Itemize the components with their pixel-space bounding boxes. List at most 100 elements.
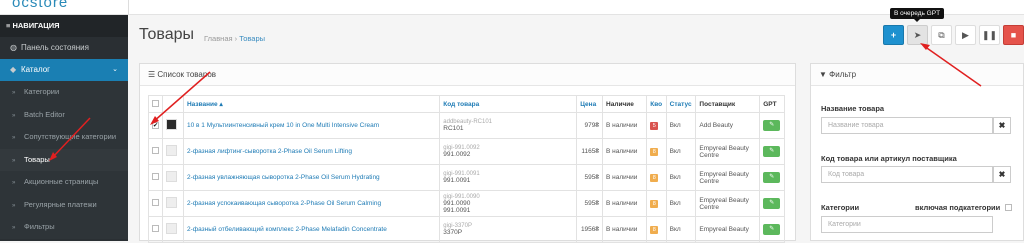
table-row: 2-фазная успокаивающая сыворотка 2-Phase… bbox=[147, 190, 785, 217]
column-qty[interactable]: Кво bbox=[646, 95, 667, 113]
table-row: 2-фазная лифтинг-сыворотка 2-Phase Oil S… bbox=[147, 138, 785, 165]
nav-header: ≡ НАВИГАЦИЯ bbox=[0, 15, 128, 37]
row-checkbox[interactable] bbox=[147, 164, 164, 191]
sidebar-subitem-label: Фильтры bbox=[24, 222, 55, 231]
filter-category-label: Категории bbox=[821, 203, 860, 212]
breadcrumb-home[interactable]: Главная bbox=[204, 34, 233, 43]
tag-icon: ◆ bbox=[10, 65, 17, 74]
column-name[interactable]: Название ▴ bbox=[182, 95, 441, 113]
product-status: Вкл bbox=[665, 164, 697, 191]
filter-category-input[interactable]: Категории bbox=[821, 216, 993, 233]
product-table: Название ▴ Код товара Цена Наличие Кво С… bbox=[147, 95, 785, 243]
sidebar-subitem-label: Регулярные платежи bbox=[24, 199, 97, 209]
product-price: 595₴ bbox=[576, 190, 604, 217]
sidebar-item-dashboard[interactable]: ◍ Панель состояния bbox=[0, 37, 128, 59]
sidebar-item-catalog[interactable]: ◆ Каталог ⌄ bbox=[0, 59, 128, 81]
clear-name-button[interactable]: ✖ bbox=[993, 117, 1011, 134]
row-checkbox[interactable] bbox=[147, 190, 164, 217]
filter-header: ▼ Фильтр bbox=[811, 64, 1023, 86]
breadcrumb-current[interactable]: Товары bbox=[239, 34, 265, 43]
row-checkbox[interactable]: ✔ bbox=[147, 112, 164, 139]
pencil-icon: ✎ bbox=[763, 120, 781, 131]
product-price: 1165₴ bbox=[576, 138, 604, 165]
filter-code-input[interactable]: Код товара bbox=[821, 166, 993, 183]
sidebar-item-label: Каталог bbox=[21, 65, 51, 74]
sidebar-subitem-products[interactable]: » Товары bbox=[0, 148, 128, 171]
divider bbox=[128, 0, 129, 15]
chevron-right-icon: » bbox=[12, 157, 16, 164]
product-thumbnail bbox=[162, 216, 184, 243]
list-icon: ☰ bbox=[148, 70, 158, 79]
column-stock: Наличие bbox=[602, 95, 648, 113]
sidebar-subitem-batch-editor[interactable]: » Batch Editor bbox=[0, 103, 128, 126]
trash-icon: ■ bbox=[1010, 30, 1017, 40]
logo[interactable]: ocstore bbox=[12, 0, 68, 11]
page-title: Товары bbox=[139, 26, 195, 43]
edit-button[interactable]: ✎ bbox=[759, 164, 785, 191]
product-code: gigi-3370P 3370P bbox=[439, 216, 578, 243]
table-row: 2-фазный отбеливающий комплекс 2-Phase M… bbox=[147, 216, 785, 243]
product-code: addbeauty-RC101 RC101 bbox=[439, 112, 578, 139]
select-all-checkbox[interactable] bbox=[147, 95, 164, 113]
product-stock: В наличии bbox=[602, 112, 648, 139]
product-qty: 8 bbox=[646, 190, 667, 217]
product-name[interactable]: 2-фазный отбеливающий комплекс 2-Phase M… bbox=[182, 216, 441, 243]
column-price[interactable]: Цена bbox=[576, 95, 604, 113]
edit-button[interactable]: ✎ bbox=[759, 138, 785, 165]
table-header-row: Название ▴ Код товара Цена Наличие Кво С… bbox=[147, 95, 785, 113]
product-list-panel: ☰ Список товаров Название ▴ Код товара Ц… bbox=[139, 63, 796, 243]
column-code[interactable]: Код товара bbox=[439, 95, 578, 113]
product-thumbnail bbox=[162, 112, 184, 139]
pause-button[interactable]: ❚❚ bbox=[979, 25, 1000, 45]
breadcrumb-separator: › bbox=[234, 34, 238, 43]
product-thumbnail bbox=[162, 190, 184, 217]
product-name[interactable]: 2-фазная успокаивающая сыворотка 2-Phase… bbox=[182, 190, 441, 217]
product-stock: В наличии bbox=[602, 216, 648, 243]
column-status[interactable]: Статус bbox=[665, 95, 697, 113]
product-code: gigi-991.0092 991.0092 bbox=[439, 138, 578, 165]
play-button[interactable]: ▶ bbox=[955, 25, 976, 45]
product-code: gigi-991.0091 991.0091 bbox=[439, 164, 578, 191]
filter-code-label: Код товара или артикул поставщика bbox=[821, 154, 957, 163]
sidebar-subitem-filters[interactable]: » Фильтры bbox=[0, 216, 128, 239]
sidebar-subitem-promo-pages[interactable]: » Акционные страницы bbox=[0, 171, 128, 194]
sidebar-subitem-label: Товары bbox=[24, 154, 50, 164]
product-status: Вкл bbox=[665, 216, 697, 243]
product-stock: В наличии bbox=[602, 138, 648, 165]
product-name[interactable]: 2-фазная лифтинг-сыворотка 2-Phase Oil S… bbox=[182, 138, 441, 165]
product-supplier: Empyreal Beauty Centre bbox=[695, 138, 761, 165]
product-status: Вкл bbox=[665, 138, 697, 165]
add-button[interactable]: + bbox=[883, 25, 904, 45]
chevron-right-icon: » bbox=[12, 135, 16, 141]
include-subcategories-checkbox[interactable] bbox=[1005, 204, 1012, 211]
panel-header: ☰ Список товаров bbox=[140, 64, 795, 86]
dashboard-icon: ◍ bbox=[10, 43, 17, 52]
sidebar-subitem-categories[interactable]: » Категории bbox=[0, 81, 128, 104]
edit-button[interactable]: ✎ bbox=[759, 216, 785, 243]
product-qty: 8 bbox=[646, 138, 667, 165]
filter-panel: ▼ Фильтр Название товара Название товара… bbox=[810, 63, 1024, 241]
sidebar-subitem-related-categories[interactable]: » Сопутствующие категории bbox=[0, 126, 128, 149]
edit-button[interactable]: ✎ bbox=[759, 112, 785, 139]
row-checkbox[interactable] bbox=[147, 216, 164, 243]
product-name[interactable]: 2-фазная увлажняющая сыворотка 2-Phase O… bbox=[182, 164, 441, 191]
filter-title: Фильтр bbox=[829, 70, 857, 79]
sidebar-subitem-recurring[interactable]: » Регулярные платежи bbox=[0, 193, 128, 216]
clear-code-button[interactable]: ✖ bbox=[993, 166, 1011, 183]
chevron-right-icon: » bbox=[12, 202, 16, 209]
pencil-icon: ✎ bbox=[763, 198, 781, 209]
sidebar-subitem-label: Batch Editor bbox=[24, 109, 65, 119]
delete-button[interactable]: ■ bbox=[1003, 25, 1024, 45]
chevron-down-icon: ⌄ bbox=[112, 66, 118, 73]
copy-button[interactable]: ⧉ bbox=[931, 25, 952, 45]
filter-name-input[interactable]: Название товара bbox=[821, 117, 993, 134]
sidebar-subitem-label: Акционные страницы bbox=[24, 177, 99, 186]
gpt-queue-button[interactable]: ➤ bbox=[907, 25, 928, 45]
product-supplier: Empyreal Beauty Centre bbox=[695, 164, 761, 191]
column-image bbox=[162, 95, 184, 113]
product-name[interactable]: 10 в 1 Мультиинтенсивный крем 10 in One … bbox=[182, 112, 441, 139]
row-checkbox[interactable] bbox=[147, 138, 164, 165]
product-supplier: Add Beauty bbox=[695, 112, 761, 139]
filter-name-label: Название товара bbox=[821, 104, 885, 113]
edit-button[interactable]: ✎ bbox=[759, 190, 785, 217]
